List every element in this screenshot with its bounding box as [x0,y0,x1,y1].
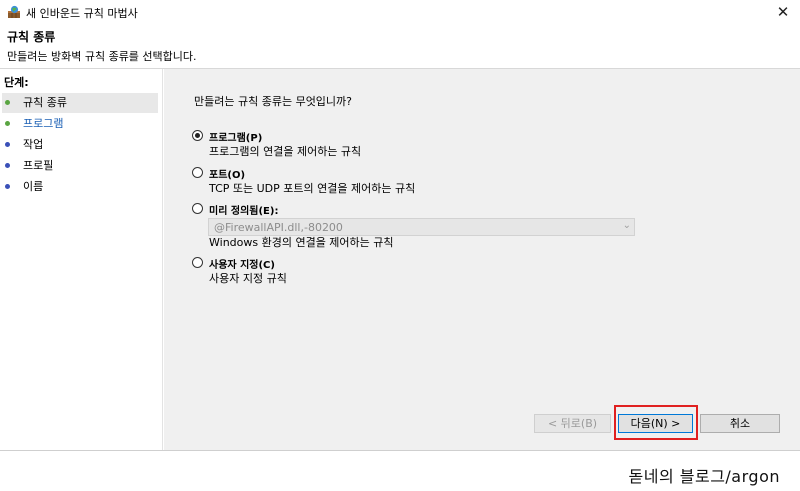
option-custom-label[interactable]: 사용자 지정(C) [209,256,275,271]
step-label: 규칙 종류 [23,96,67,109]
steps-heading: 단계: [4,76,29,89]
radio-port[interactable] [192,167,203,178]
sidebar-step-rule-type: 규칙 종류 [2,93,158,113]
radio-program[interactable] [192,130,203,141]
sidebar-step-profile: 프로필 [2,156,158,176]
page-title: 규칙 종류 [7,30,56,44]
back-button[interactable]: < 뒤로(B) [534,414,611,433]
close-button[interactable]: ✕ [766,0,800,24]
title-bar: 새 인바운드 규칙 마법사 ✕ [0,0,800,24]
step-label: 이름 [23,180,44,193]
window-bottom-border [0,450,800,451]
cancel-button[interactable]: 취소 [700,414,780,433]
sidebar-step-name: 이름 [2,177,158,197]
option-predefined-description: Windows 환경의 연결을 제어하는 규칙 [209,236,394,249]
steps-sidebar: 단계: 규칙 종류 프로그램 작업 프로필 이름 [0,69,163,450]
step-label: 프로필 [23,159,54,172]
main-panel: 만들려는 규칙 종류는 무엇입니까? 프로그램(P) 프로그램의 연결을 제어하… [164,69,800,450]
predefined-rule-select[interactable]: @FirewallAPI.dll,-80200 ⌄ [208,218,635,236]
chevron-down-icon: ⌄ [622,220,631,231]
highlight-annotation [614,405,698,440]
option-predefined-label[interactable]: 미리 정의됨(E): [209,202,278,217]
page-subtitle: 만들려는 방화벽 규칙 종류를 선택합니다. [7,50,197,63]
step-status-dot-icon [5,142,10,147]
radio-custom[interactable] [192,257,203,268]
step-status-dot-icon [5,184,10,189]
sidebar-step-action: 작업 [2,135,158,155]
rule-type-question: 만들려는 규칙 종류는 무엇입니까? [194,95,353,108]
option-custom-description: 사용자 지정 규칙 [209,272,287,285]
option-port-description: TCP 또는 UDP 포트의 연결을 제어하는 규칙 [209,182,416,195]
step-status-dot-icon [5,100,10,105]
radio-predefined[interactable] [192,203,203,214]
window-title: 새 인바운드 규칙 마법사 [26,7,138,20]
sidebar-step-program[interactable]: 프로그램 [2,114,158,134]
step-label: 작업 [23,138,44,151]
wizard-window: 새 인바운드 규칙 마법사 ✕ 규칙 종류 만들려는 방화벽 규칙 종류를 선택… [0,0,800,450]
step-status-dot-icon [5,163,10,168]
firewall-wizard-icon [7,5,21,19]
option-program-label[interactable]: 프로그램(P) [209,129,262,144]
step-status-dot-icon [5,121,10,126]
option-program-description: 프로그램의 연결을 제어하는 규칙 [209,145,362,158]
option-port-label[interactable]: 포트(O) [209,166,245,181]
step-label[interactable]: 프로그램 [23,114,63,134]
blog-watermark: 돋네의 블로그/argon [628,467,780,486]
predefined-rule-value: @FirewallAPI.dll,-80200 [214,221,343,234]
